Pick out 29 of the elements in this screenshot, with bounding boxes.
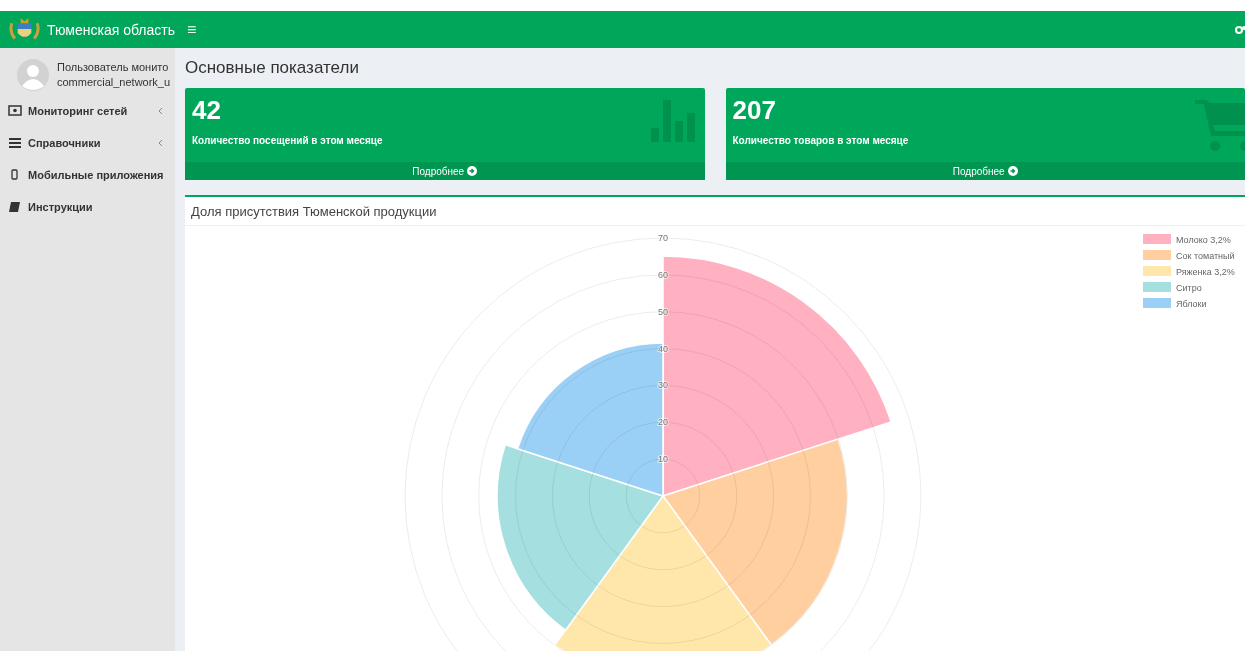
- avatar-icon: [17, 59, 49, 91]
- user-login: commercial_network_u: [57, 75, 171, 90]
- page-title: Основные показатели: [185, 58, 359, 78]
- sidebar-item[interactable]: Справочники: [0, 127, 175, 159]
- axis-tick-label: 70: [658, 233, 668, 243]
- axis-tick-label: 50: [658, 306, 668, 317]
- monitor-icon: [8, 104, 22, 118]
- arrow-circle-right-icon: [1007, 166, 1018, 176]
- chart-title: Доля присутствия Тюменской продукции: [191, 203, 437, 219]
- legend-label[interactable]: Ситро: [1176, 283, 1202, 293]
- sidebar-item[interactable]: Мобильные приложения: [0, 159, 175, 191]
- more-info-link[interactable]: Подробнее: [185, 162, 705, 180]
- user-name: Пользователь монито: [57, 60, 170, 75]
- legend-label[interactable]: Сок томатный: [1176, 251, 1235, 261]
- more-info-link[interactable]: Подробнее: [725, 162, 1245, 180]
- axis-tick-label: 60: [658, 269, 668, 280]
- book-icon: [8, 200, 22, 214]
- settings-icon[interactable]: [1235, 24, 1245, 35]
- sidebar-item[interactable]: Инструкции: [0, 191, 175, 223]
- stat-label: Количество посещений в этом месяце: [192, 135, 383, 146]
- stat-value: 42: [192, 95, 221, 125]
- sidebar-item[interactable]: Мониторинг сетей: [0, 95, 175, 127]
- stat-value: 207: [732, 95, 776, 125]
- legend-label[interactable]: Молоко 3,2%: [1176, 235, 1231, 245]
- arrow-circle-right-icon: [467, 166, 478, 176]
- legend-label[interactable]: Ряженка 3,2%: [1176, 267, 1235, 277]
- legend-label[interactable]: Яблоки: [1176, 299, 1207, 309]
- list-icon: [8, 136, 22, 150]
- stat-label: Количество товаров в этом месяце: [732, 135, 909, 146]
